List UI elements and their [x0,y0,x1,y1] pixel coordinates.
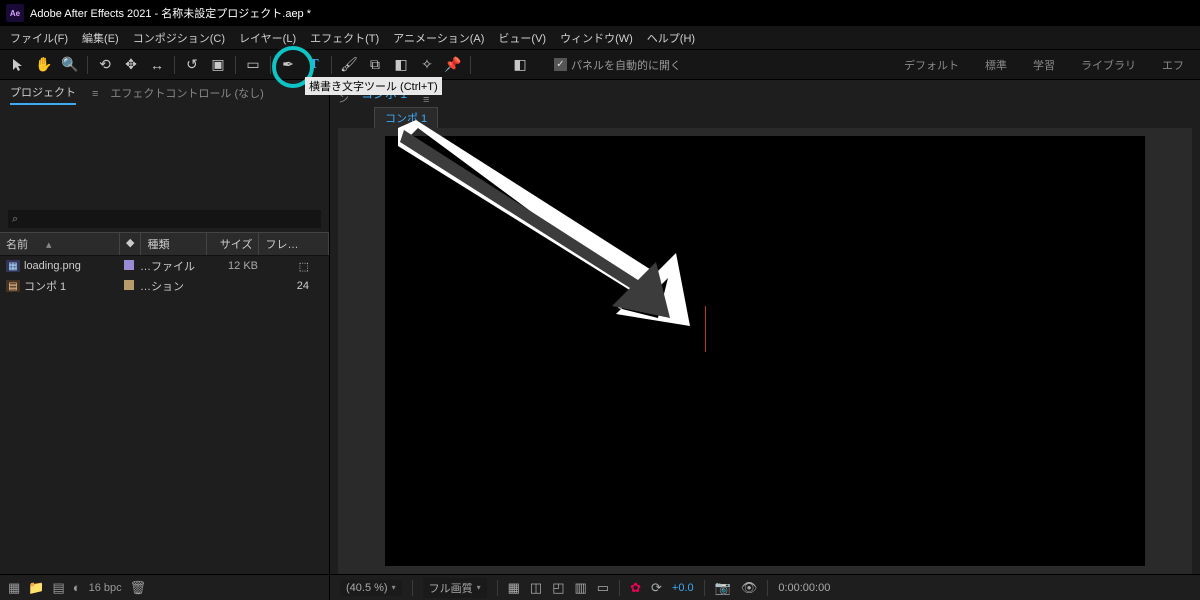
anchor-tool-icon[interactable]: ▣ [206,53,230,77]
col-name[interactable]: 名前 [6,236,28,252]
list-item[interactable]: ▦ loading.png …ファイル 12 KB ⬚ [0,256,329,276]
menu-window[interactable]: ウィンドウ(W) [554,27,639,49]
checkbox-icon[interactable]: ✓ [554,58,567,71]
transparency-grid-icon[interactable]: ▦ [508,580,520,596]
workspace-standard[interactable]: 標準 [975,53,1017,77]
menu-view[interactable]: ビュー(V) [492,27,552,49]
pen-tool-icon[interactable]: ✒ [276,53,300,77]
item-type: …ション [140,278,206,294]
puppet-tool-icon[interactable]: 📌 [441,53,465,77]
inner-comp-tab[interactable]: コンポ 1 [374,107,438,128]
menu-composition[interactable]: コンポジション(C) [127,27,231,49]
new-comp-icon[interactable]: ▤ [52,580,64,596]
project-footer: ▦ 📁 ▤ ◐ 16 bpc 🗑 [0,574,329,600]
snap-icon[interactable]: ◧ [508,53,532,77]
col-type[interactable]: 種類 [141,233,207,255]
brush-tool-icon[interactable]: 🖌 [337,53,361,77]
mask-icon[interactable]: ◫ [530,580,542,596]
roi-icon[interactable]: ◰ [552,580,564,596]
zoom-dropdown[interactable]: (40.5 %)▾ [340,580,402,596]
search-input[interactable] [8,210,321,228]
app-icon: Ae [6,4,24,22]
quality-dropdown[interactable]: フル画質▾ [423,578,487,598]
col-tag[interactable]: ◆ [120,233,141,255]
roto-tool-icon[interactable]: ✧ [415,53,439,77]
item-name: loading.png [24,260,124,272]
timecode[interactable]: 0:00:00:00 [778,582,830,594]
composition-panel: ン コンポ 1 ≡ コンポ 1 (40.5 %)▾ フル画質▾ ▦ ◫ ◰ ▥ … [330,80,1200,600]
workspace-learn[interactable]: 学習 [1023,53,1065,77]
list-item[interactable]: ▤ コンポ 1 …ション 24 [0,276,329,296]
label-swatch[interactable] [124,260,134,270]
tooltip: 横書き文字ツール (Ctrl+T) [305,77,442,95]
orbit-tool-icon[interactable]: ⟲ [93,53,117,77]
menu-edit[interactable]: 編集(E) [76,27,125,49]
grid-icon[interactable]: ▥ [575,580,587,596]
toolbar: ✋ 🔍 ⟲ ✥ ↔ ↺ ▣ ▭ ✒ T 🖌 ⧉ ◧ ✧ 📌 ◧ ✓ パネルを自動… [0,50,1200,80]
channel-icon[interactable]: ✿ [630,580,641,596]
list-header: 名前▴ ◆ 種類 サイズ フレ… [0,232,329,256]
col-framerate[interactable]: フレ… [259,233,329,255]
composition-canvas[interactable] [385,136,1145,566]
auto-open-panel[interactable]: ✓ パネルを自動的に開く [554,57,681,73]
item-fr: 24 [258,280,323,292]
panel-menu-icon[interactable]: ≡ [92,88,98,100]
text-cursor [705,306,706,352]
workspace-tabs: デフォルト 標準 学習 ライブラリ エフ [894,53,1194,77]
composition-viewer[interactable] [338,128,1192,574]
shape-tool-icon[interactable]: ▭ [241,53,265,77]
zoom-tool-icon[interactable]: 🔍 [58,53,82,77]
bpc-label[interactable]: 16 bpc [89,582,122,594]
composition-icon: ▤ [6,280,20,292]
label-swatch[interactable] [124,280,134,290]
menu-file[interactable]: ファイル(F) [4,27,74,49]
item-fr: ⬚ [258,260,323,273]
type-tool-icon[interactable]: T [302,53,326,77]
show-snapshot-icon[interactable]: 👁 [741,580,758,596]
tab-project[interactable]: プロジェクト [10,84,76,105]
pan-tool-icon[interactable]: ✥ [119,53,143,77]
viewer-footer: (40.5 %)▾ フル画質▾ ▦ ◫ ◰ ▥ ▭ ✿ ⟳ +0.0 📷 👁 0… [330,574,1200,600]
dolly-tool-icon[interactable]: ↔ [145,53,169,77]
comp-panel-menu-icon[interactable]: ≡ [423,94,429,106]
selection-tool-icon[interactable] [6,53,30,77]
reset-exposure-icon[interactable]: ⟳ [651,580,662,596]
titlebar: Ae Adobe After Effects 2021 - 名称未設定プロジェク… [0,0,1200,26]
clone-tool-icon[interactable]: ⧉ [363,53,387,77]
trash-icon[interactable]: 🗑 [130,580,147,596]
auto-open-label: パネルを自動的に開く [571,57,681,73]
window-title: Adobe After Effects 2021 - 名称未設定プロジェクト.a… [30,5,311,21]
workspace-library[interactable]: ライブラリ [1071,53,1146,77]
menu-effect[interactable]: エフェクト(T) [304,27,385,49]
workspace-default[interactable]: デフォルト [894,53,969,77]
workspace-effects[interactable]: エフ [1152,53,1194,77]
exposure-value[interactable]: +0.0 [672,582,694,594]
menubar: ファイル(F) 編集(E) コンポジション(C) レイヤー(L) エフェクト(T… [0,26,1200,50]
hand-tool-icon[interactable]: ✋ [32,53,56,77]
folder-icon[interactable]: 📁 [28,580,44,596]
image-file-icon: ▦ [6,260,20,272]
rotation-tool-icon[interactable]: ↺ [180,53,204,77]
adjust-icon[interactable]: ◐ [73,580,81,595]
tab-effect-controls[interactable]: エフェクトコントロール (なし) [110,85,263,104]
guides-icon[interactable]: ▭ [597,580,609,596]
eraser-tool-icon[interactable]: ◧ [389,53,413,77]
interpret-icon[interactable]: ▦ [8,580,20,596]
item-type: …ファイル [140,258,206,274]
snapshot-icon[interactable]: 📷 [715,580,731,596]
menu-help[interactable]: ヘルプ(H) [641,27,701,49]
menu-layer[interactable]: レイヤー(L) [233,27,302,49]
col-size[interactable]: サイズ [207,233,259,255]
item-name: コンポ 1 [24,278,124,294]
item-size: 12 KB [206,260,258,272]
project-panel: プロジェクト ≡ エフェクトコントロール (なし) ⌕ 名前▴ ◆ 種類 サイズ… [0,80,330,600]
search-icon: ⌕ [12,213,18,226]
menu-animation[interactable]: アニメーション(A) [387,27,490,49]
